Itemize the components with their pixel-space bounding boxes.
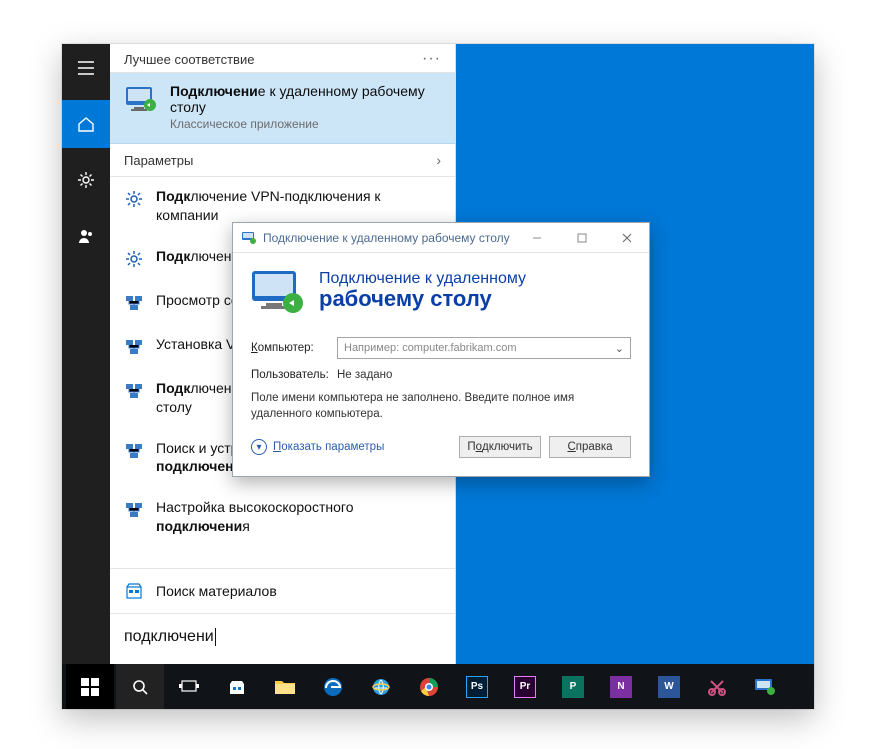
rdp-titlebar[interactable]: Подключение к удаленному рабочему столу xyxy=(233,223,649,253)
close-button[interactable] xyxy=(604,223,649,253)
help-button[interactable]: Справка xyxy=(549,436,631,458)
pr-app-icon[interactable]: Pr xyxy=(502,664,548,709)
chevron-right-icon: › xyxy=(436,152,441,168)
ps-app-icon[interactable]: Ps xyxy=(454,664,500,709)
show-options-link[interactable]: ▾ ППоказать параметрыоказать параметры xyxy=(251,439,384,455)
computer-placeholder: Например: computer.fabrikam.com xyxy=(344,342,517,354)
settings-gear-icon[interactable] xyxy=(62,156,110,204)
hamburger-icon[interactable] xyxy=(62,44,110,92)
store-search-label: Поиск материалов xyxy=(156,583,277,599)
people-icon[interactable] xyxy=(62,212,110,260)
best-match-title: Подключение к удаленному рабочему столу xyxy=(170,83,441,115)
rdp-banner: Подключение к удаленному рабочему столу xyxy=(233,253,649,333)
search-value: подключени xyxy=(124,628,214,645)
network-icon xyxy=(124,441,144,461)
taskbar-search-button[interactable] xyxy=(116,664,164,709)
rdp-dialog: Подключение к удаленному рабочему столу … xyxy=(232,222,650,477)
network-icon xyxy=(124,381,144,401)
word-app-icon[interactable]: W xyxy=(646,664,692,709)
home-icon[interactable] xyxy=(62,100,110,148)
best-match-label: Лучшее соответствие xyxy=(124,52,254,67)
desktop: Лучшее соответствие ··· Подключение к уд… xyxy=(62,44,814,709)
connect-button[interactable]: Подключить xyxy=(459,436,541,458)
search-input[interactable]: подключени xyxy=(110,613,455,664)
parameters-label: Параметры xyxy=(124,153,193,168)
best-match-subtitle: Классическое приложение xyxy=(170,117,441,131)
task-view-button[interactable] xyxy=(166,664,212,709)
onenote-app-icon[interactable]: N xyxy=(598,664,644,709)
more-icon[interactable]: ··· xyxy=(422,50,441,68)
rdp-title-icon xyxy=(241,230,257,246)
maximize-button[interactable] xyxy=(559,223,604,253)
start-rail xyxy=(62,44,110,664)
rdp-banner-icon xyxy=(249,267,305,315)
computer-combo[interactable]: Например: computer.fabrikam.com ⌄ xyxy=(337,337,631,359)
chevron-down-icon[interactable]: ⌄ xyxy=(615,342,624,355)
result-item[interactable]: Настройка высокоскоростного подключения xyxy=(110,488,455,548)
best-match-item[interactable]: Подключение к удаленному рабочему столу … xyxy=(110,73,455,144)
store-app-icon[interactable] xyxy=(214,664,260,709)
network-icon xyxy=(124,337,144,357)
start-button[interactable] xyxy=(66,664,114,709)
gear-icon xyxy=(124,249,144,269)
parameters-header[interactable]: Параметры › xyxy=(110,144,455,177)
edge-app-icon[interactable] xyxy=(310,664,356,709)
rdp-body: ККомпьютер:омпьютер: Например: computer.… xyxy=(233,333,649,476)
ie-app-icon[interactable] xyxy=(358,664,404,709)
rdp-app-icon xyxy=(124,83,158,117)
network-icon xyxy=(124,500,144,520)
user-label: Пользователь: xyxy=(251,369,323,381)
show-options-label: ППоказать параметрыоказать параметры xyxy=(273,441,384,453)
publisher-app-icon[interactable]: P xyxy=(550,664,596,709)
rdp-hint: Поле имени компьютера не заполнено. Введ… xyxy=(251,391,631,422)
computer-label: ККомпьютер:омпьютер: xyxy=(251,342,323,354)
minimize-button[interactable] xyxy=(514,223,559,253)
rdp-title: Подключение к удаленному рабочему столу xyxy=(263,231,510,245)
explorer-app-icon[interactable] xyxy=(262,664,308,709)
rdp-banner-line2: рабочему столу xyxy=(319,286,526,312)
network-icon xyxy=(124,293,144,313)
user-value: Не задано xyxy=(337,369,392,381)
gear-icon xyxy=(124,189,144,209)
chrome-app-icon[interactable] xyxy=(406,664,452,709)
snip-app-icon[interactable] xyxy=(694,664,740,709)
rdp-app-taskbar-icon[interactable] xyxy=(742,664,788,709)
taskbar: Ps Pr P N W xyxy=(62,664,814,709)
store-search-row[interactable]: Поиск материалов xyxy=(110,568,455,613)
expand-down-icon: ▾ xyxy=(251,439,267,455)
best-match-header: Лучшее соответствие ··· xyxy=(110,44,455,73)
store-icon xyxy=(124,581,144,601)
